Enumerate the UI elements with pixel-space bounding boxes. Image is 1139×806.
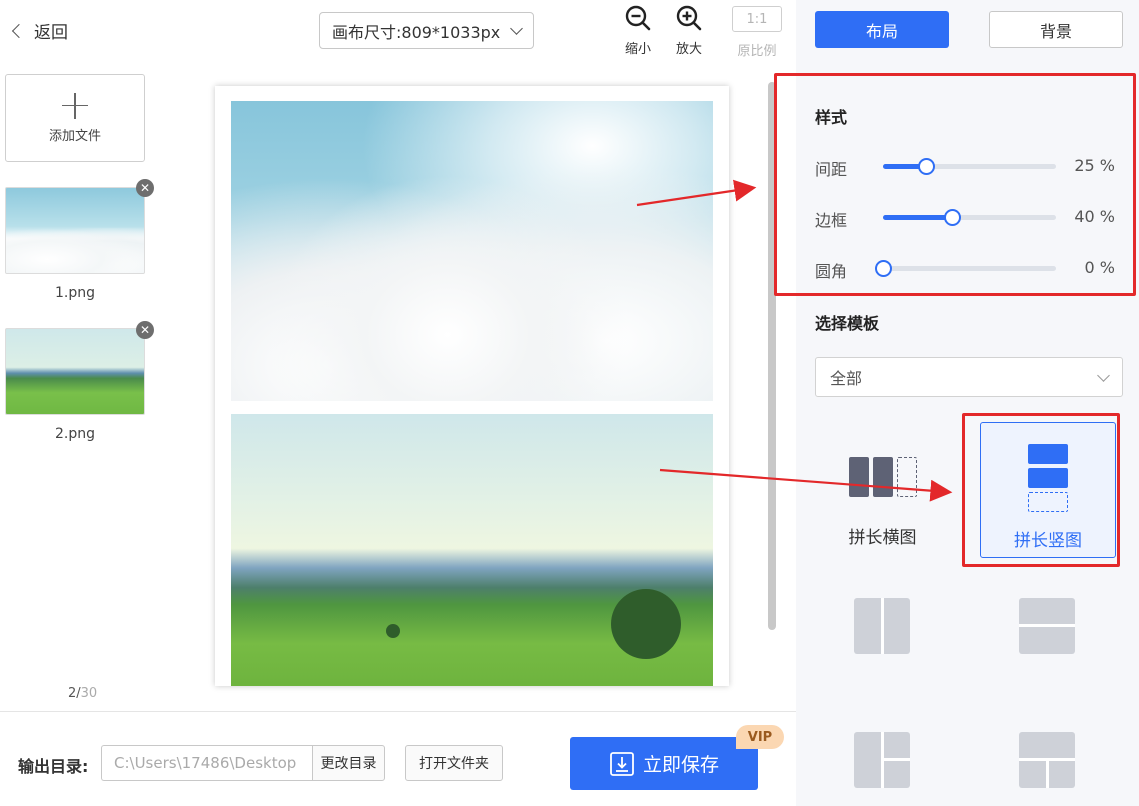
tab-background[interactable]: 背景: [989, 11, 1123, 48]
slider-track[interactable]: [883, 209, 1056, 226]
preview-image-sky[interactable]: [231, 101, 713, 401]
back-label: 返回: [34, 23, 68, 43]
template-two-column-icon[interactable]: [854, 598, 910, 654]
template-label: 拼长横图: [848, 528, 917, 548]
slider-value: 0 %: [1084, 258, 1115, 277]
slider-value: 40 %: [1074, 207, 1115, 226]
slider-handle[interactable]: [944, 209, 962, 226]
page-current: 2/: [68, 686, 81, 701]
vertical-stitch-icon: [1028, 444, 1068, 512]
save-label: 立即保存: [642, 754, 719, 776]
remove-file-1-icon[interactable]: ✕: [136, 179, 154, 197]
canvas-size-select[interactable]: 画布尺寸:809*1033px: [319, 12, 534, 49]
slider-handle[interactable]: [918, 158, 936, 175]
template-three-split-bottom-icon[interactable]: [1019, 732, 1075, 788]
template-filter-value: 全部: [830, 369, 863, 388]
file-name-1: 1.png: [54, 285, 95, 301]
slider-label: 边框: [815, 211, 848, 230]
chevron-down-icon: [1097, 368, 1110, 382]
file-thumbnail-2[interactable]: [5, 328, 145, 415]
page-count: 2/30: [68, 686, 97, 701]
template-filter-select[interactable]: 全部: [815, 357, 1123, 397]
template-long-vertical[interactable]: 拼长竖图: [980, 422, 1116, 558]
zoom-out-icon: [625, 5, 651, 31]
border-slider[interactable]: 边框 40 %: [815, 205, 1115, 230]
ratio-label: 原比例: [737, 44, 777, 59]
template-label: 拼长竖图: [1014, 531, 1082, 551]
vip-badge: VIP: [736, 725, 784, 749]
template-two-row-icon[interactable]: [1019, 598, 1075, 654]
style-section-title: 样式: [815, 108, 848, 127]
slider-label: 圆角: [815, 262, 848, 281]
spacing-slider[interactable]: 间距 25 %: [815, 154, 1115, 179]
slider-track[interactable]: [875, 260, 1056, 277]
slider-handle[interactable]: [875, 260, 892, 277]
tree-shape: [611, 589, 681, 659]
tab-layout[interactable]: 布局: [815, 11, 949, 48]
zoom-in-button[interactable]: 放大: [675, 4, 703, 57]
tree-shape-small: [386, 624, 400, 638]
file-thumbnail-1[interactable]: [5, 187, 145, 274]
download-icon: [610, 751, 634, 776]
page-total: 30: [80, 686, 98, 701]
canvas-preview: [215, 86, 729, 686]
ratio-box: 1:1: [732, 6, 782, 32]
zoom-out-label: 缩小: [624, 42, 651, 57]
template-section-title: 选择模板: [815, 314, 880, 333]
template-long-horizontal[interactable]: 拼长横图: [815, 423, 950, 557]
remove-file-2-icon[interactable]: ✕: [136, 321, 154, 339]
output-dir-label: 输出目录:: [18, 757, 89, 776]
plus-icon: [62, 92, 88, 119]
open-folder-button[interactable]: 打开文件夹: [405, 745, 503, 781]
back-button[interactable]: 返回: [11, 18, 68, 43]
zoom-out-button[interactable]: 缩小: [624, 4, 652, 57]
add-file-label: 添加文件: [48, 128, 101, 144]
save-now-button[interactable]: 立即保存: [570, 737, 758, 790]
chevron-left-icon: [11, 23, 27, 38]
slider-fill: [883, 215, 953, 220]
slider-track[interactable]: [883, 158, 1056, 175]
output-path-input[interactable]: [101, 745, 313, 781]
original-ratio-button[interactable]: 1:1 原比例: [732, 6, 782, 59]
add-file-button[interactable]: 添加文件: [5, 74, 145, 162]
corner-radius-slider[interactable]: 圆角 0 %: [815, 256, 1115, 281]
preview-image-landscape[interactable]: [231, 414, 713, 686]
slider-value: 25 %: [1074, 156, 1115, 175]
chevron-down-icon: [510, 22, 523, 35]
zoom-in-label: 放大: [675, 42, 702, 57]
template-three-split-left-icon[interactable]: [854, 732, 910, 788]
horizontal-stitch-icon: [848, 457, 917, 497]
change-dir-button[interactable]: 更改目录: [312, 745, 385, 781]
slider-label: 间距: [815, 160, 848, 179]
canvas-size-value: 画布尺寸:809*1033px: [332, 22, 501, 42]
zoom-in-icon: [676, 5, 702, 31]
file-name-2: 2.png: [54, 426, 95, 442]
